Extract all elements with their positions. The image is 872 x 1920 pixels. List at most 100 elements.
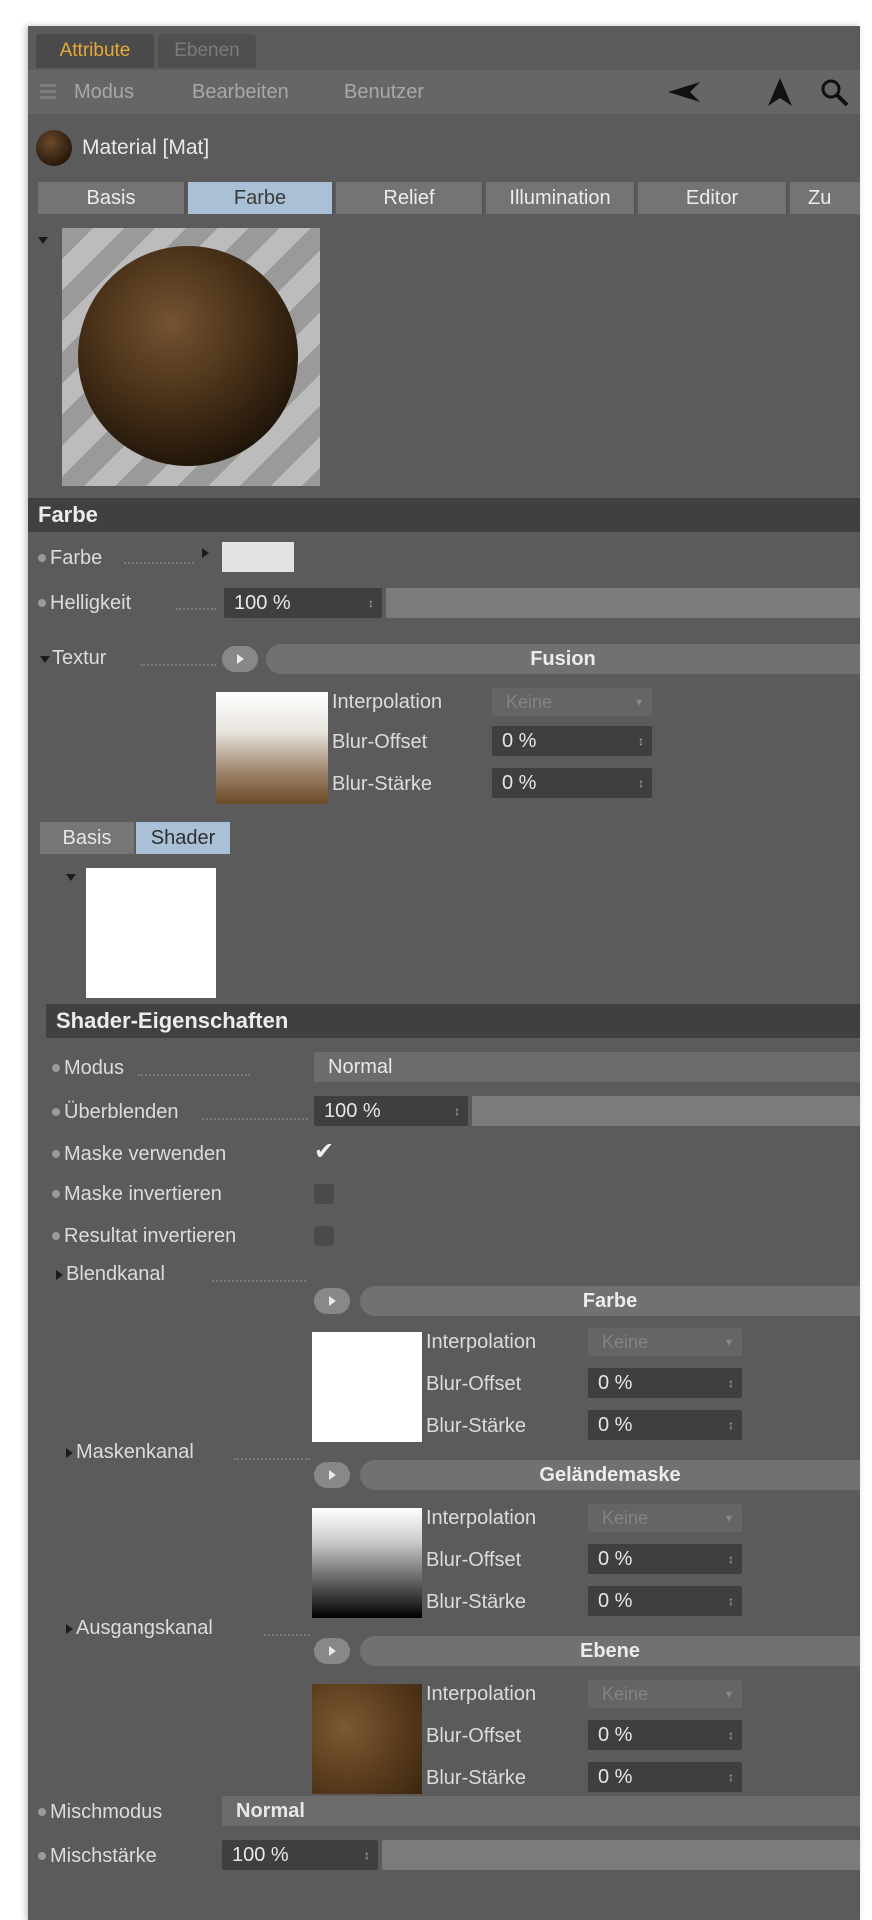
spin-arrows-icon[interactable]: ↕: [638, 726, 644, 756]
modus-label: Modus: [64, 1057, 125, 1079]
dropdown-arrow-icon: ▾: [725, 1687, 732, 1701]
maskenkanal-blur-staerke-field[interactable]: 0 % ↕: [588, 1586, 742, 1616]
tab-farbe[interactable]: Farbe: [188, 182, 334, 214]
mischmodus-bullet-icon: [38, 1808, 46, 1816]
ausgangskanal-blur-staerke-field[interactable]: 0 % ↕: [588, 1762, 742, 1792]
textur-collapse-icon[interactable]: [40, 656, 50, 663]
resultat-invertieren-checkbox[interactable]: [314, 1226, 334, 1246]
textur-shader-button[interactable]: Fusion: [266, 644, 860, 674]
blendkanal-label: Blendkanal: [66, 1263, 165, 1285]
maskenkanal-blur-offset-label: Blur-Offset: [426, 1549, 522, 1571]
tab-illumination[interactable]: Illumination: [486, 182, 636, 214]
modus-dropdown[interactable]: Normal: [314, 1052, 860, 1082]
blendkanal-blur-offset-label: Blur-Offset: [426, 1373, 522, 1395]
spin-arrows-icon[interactable]: ↕: [638, 768, 644, 798]
subtab-shader[interactable]: Shader: [136, 822, 230, 854]
helligkeit-dots: [176, 608, 216, 610]
tab-editor[interactable]: Editor: [638, 182, 788, 214]
menu-benutzer[interactable]: Benutzer: [344, 80, 424, 104]
ausgangskanal-dots: [264, 1634, 310, 1636]
textur-blur-offset-label: Blur-Offset: [332, 731, 428, 753]
maskenkanal-expand-icon[interactable]: [66, 1448, 73, 1458]
menu-bearbeiten[interactable]: Bearbeiten: [192, 80, 289, 104]
spin-arrows-icon[interactable]: ↕: [368, 588, 374, 618]
up-arrow-icon[interactable]: [766, 78, 794, 106]
subtab-basis[interactable]: Basis: [40, 822, 134, 854]
maskenkanal-shader-button[interactable]: Geländemaske: [360, 1460, 860, 1490]
ausgangskanal-expand-icon[interactable]: [66, 1624, 73, 1634]
attribute-manager-panel: Attribute Ebenen Modus Bearbeiten Benutz…: [28, 26, 860, 1920]
maskenkanal-menu-button[interactable]: [314, 1462, 350, 1488]
maske-verwenden-checkbox[interactable]: ✔: [314, 1140, 334, 1164]
farbe-expand-icon[interactable]: [202, 548, 209, 558]
tab-basis[interactable]: Basis: [38, 182, 186, 214]
farbe-color-swatch[interactable]: [222, 542, 294, 572]
textur-interpolation-dropdown[interactable]: Keine ▾: [492, 688, 652, 716]
farbe-label: Farbe: [50, 547, 103, 569]
ausgangskanal-blur-staerke-value: 0 %: [598, 1766, 633, 1788]
mischmodus-label: Mischmodus: [50, 1801, 163, 1823]
ueberblenden-field[interactable]: 100 % ↕: [314, 1096, 468, 1126]
dropdown-arrow-icon: ▾: [725, 1511, 732, 1525]
ausgangskanal-blur-staerke-label: Blur-Stärke: [426, 1767, 527, 1789]
maskenkanal-blur-offset-field[interactable]: 0 % ↕: [588, 1544, 742, 1574]
material-preview: [62, 228, 320, 486]
mischmodus-dropdown[interactable]: Normal: [222, 1796, 860, 1826]
blendkanal-shader-button[interactable]: Farbe: [360, 1286, 860, 1316]
spin-arrows-icon[interactable]: ↕: [364, 1840, 370, 1870]
ausgangskanal-blur-offset-label: Blur-Offset: [426, 1725, 522, 1747]
search-icon[interactable]: [820, 78, 850, 108]
ausgangskanal-blur-offset-field[interactable]: 0 % ↕: [588, 1720, 742, 1750]
maske-invertieren-label: Maske invertieren: [64, 1183, 222, 1205]
maskenkanal-interpolation-dropdown[interactable]: Keine ▾: [588, 1504, 742, 1532]
farbe-bullet-icon: [38, 554, 46, 562]
blendkanal-blur-staerke-field[interactable]: 0 % ↕: [588, 1410, 742, 1440]
material-thumbnail[interactable]: [36, 130, 72, 166]
top-tab-bar: Attribute Ebenen: [28, 26, 860, 70]
tab-attribute[interactable]: Attribute: [36, 34, 154, 68]
resultat-invertieren-label: Resultat invertieren: [64, 1225, 237, 1247]
preview-collapse-icon[interactable]: [38, 237, 48, 244]
farbe-dots: [124, 562, 194, 564]
textur-blur-offset-field[interactable]: 0 % ↕: [492, 726, 652, 756]
textur-blur-staerke-value: 0 %: [502, 772, 537, 794]
shader-preview-collapse-icon[interactable]: [66, 874, 76, 881]
ueberblenden-label: Überblenden: [64, 1101, 179, 1123]
maske-invertieren-bullet-icon: [52, 1190, 60, 1198]
spin-arrows-icon[interactable]: ↕: [728, 1544, 734, 1574]
menu-modus[interactable]: Modus: [74, 80, 134, 104]
blendkanal-dots: [212, 1280, 306, 1282]
spin-arrows-icon[interactable]: ↕: [728, 1410, 734, 1440]
helligkeit-slider[interactable]: [386, 588, 860, 618]
textur-blur-staerke-field[interactable]: 0 % ↕: [492, 768, 652, 798]
blendkanal-interpolation-label: Interpolation: [426, 1331, 537, 1353]
spin-arrows-icon[interactable]: ↕: [728, 1720, 734, 1750]
spin-arrows-icon[interactable]: ↕: [454, 1096, 460, 1126]
maske-invertieren-checkbox[interactable]: [314, 1184, 334, 1204]
ausgangskanal-interpolation-dropdown[interactable]: Keine ▾: [588, 1680, 742, 1708]
modus-bullet-icon: [52, 1064, 60, 1072]
spin-arrows-icon[interactable]: ↕: [728, 1586, 734, 1616]
mischstaerke-field[interactable]: 100 % ↕: [222, 1840, 378, 1870]
maskenkanal-blur-staerke-label: Blur-Stärke: [426, 1591, 527, 1613]
textur-interpolation-value: Keine: [506, 692, 553, 712]
back-arrow-icon[interactable]: [668, 80, 702, 104]
spin-arrows-icon[interactable]: ↕: [728, 1762, 734, 1792]
blendkanal-blur-offset-field[interactable]: 0 % ↕: [588, 1368, 742, 1398]
mischstaerke-slider[interactable]: [382, 1840, 860, 1870]
blendkanal-menu-button[interactable]: [314, 1288, 350, 1314]
ausgangskanal-shader-button[interactable]: Ebene: [360, 1636, 860, 1666]
textur-label: Textur: [52, 647, 107, 669]
blendkanal-interpolation-dropdown[interactable]: Keine ▾: [588, 1328, 742, 1356]
maske-verwenden-label: Maske verwenden: [64, 1143, 227, 1165]
blendkanal-expand-icon[interactable]: [56, 1270, 63, 1280]
tab-zu[interactable]: Zu: [790, 182, 860, 214]
ausgangskanal-menu-button[interactable]: [314, 1638, 350, 1664]
ueberblenden-slider[interactable]: [472, 1096, 860, 1126]
tab-relief[interactable]: Relief: [336, 182, 484, 214]
spin-arrows-icon[interactable]: ↕: [728, 1368, 734, 1398]
ausgangskanal-preview: [312, 1684, 422, 1794]
helligkeit-field[interactable]: 100 % ↕: [224, 588, 382, 618]
tab-ebenen[interactable]: Ebenen: [158, 34, 256, 68]
textur-menu-button[interactable]: [222, 646, 258, 672]
